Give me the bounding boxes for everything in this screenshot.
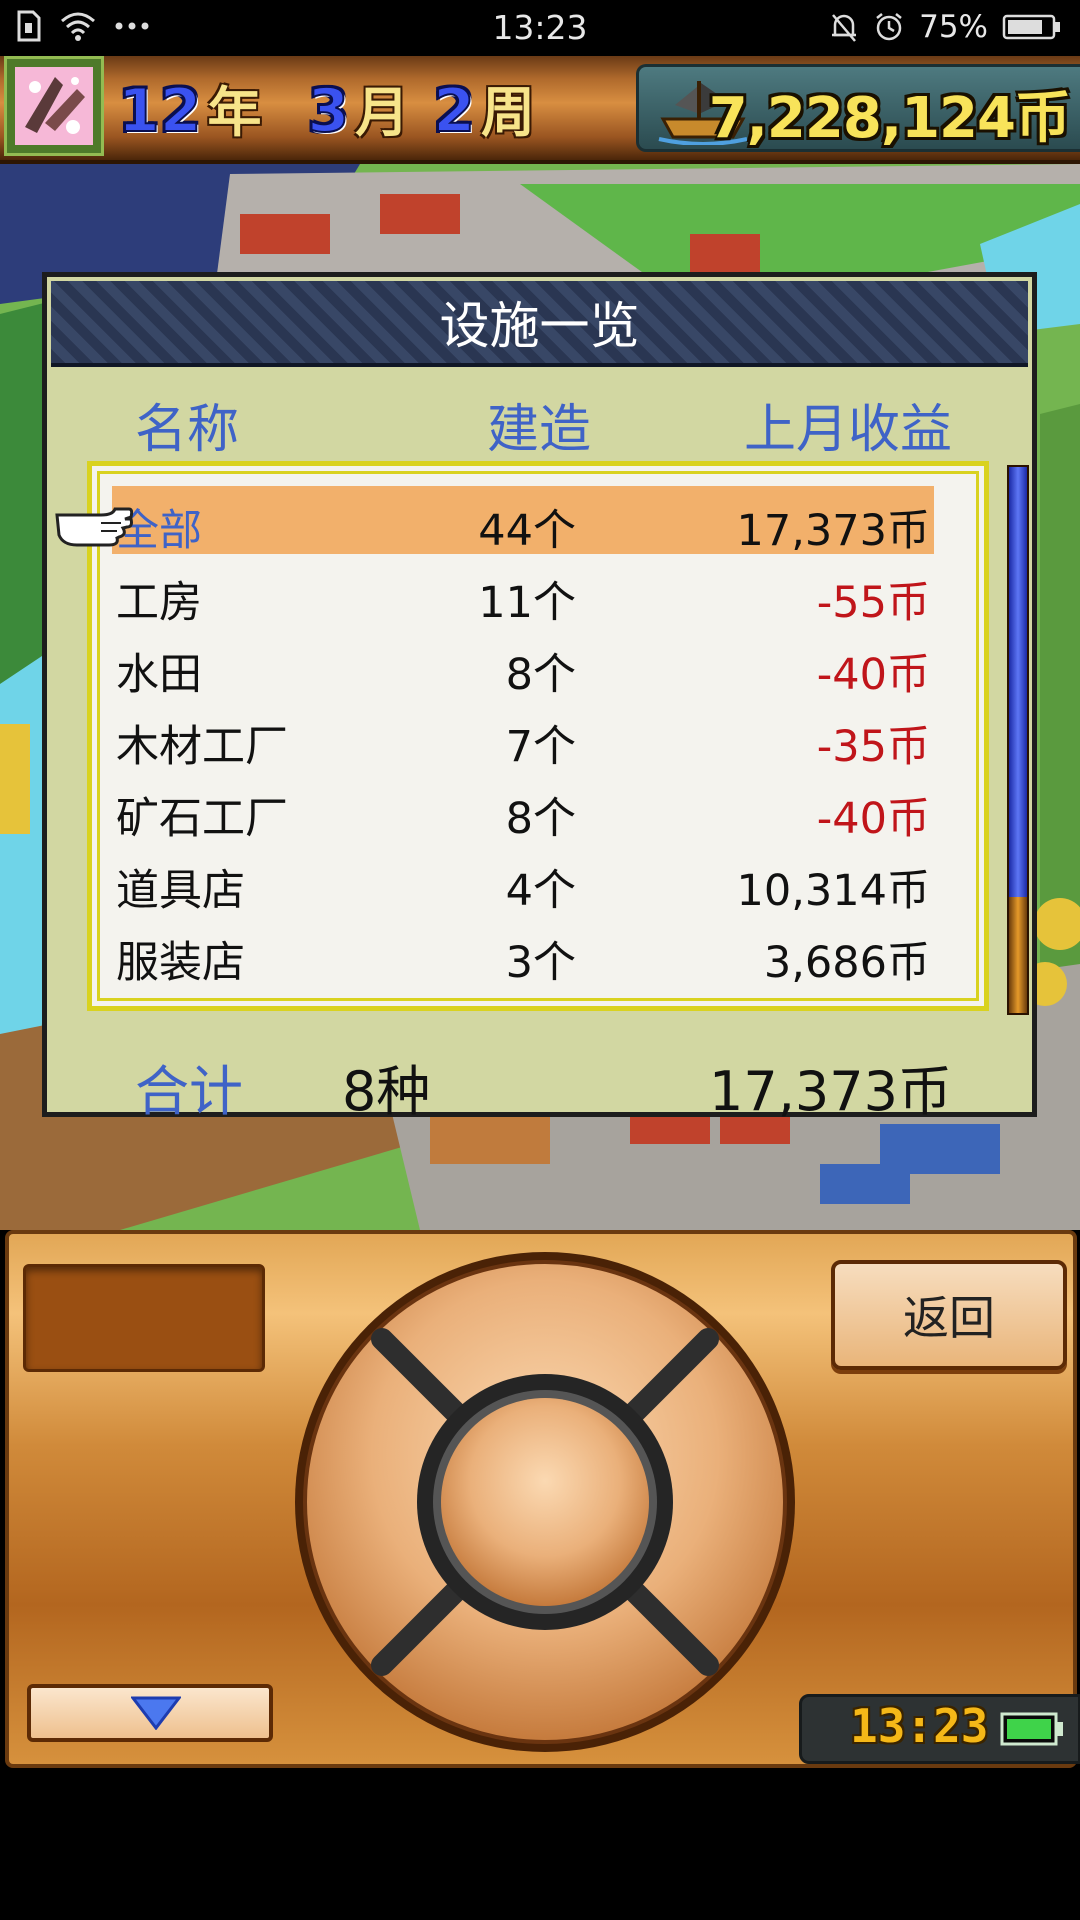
column-header-built: 建造 [487, 400, 592, 460]
game-date: 12 年 3 月 2 周 [117, 68, 545, 147]
week-number: 2 [432, 75, 476, 147]
game-header: 12 年 3 月 2 周 7,228,124币 [0, 56, 1080, 164]
scroll-down-button[interactable] [27, 1684, 273, 1742]
pointer-hand-icon [55, 507, 133, 547]
column-header-name: 名称 [135, 400, 240, 460]
battery-percent: 75% [919, 9, 988, 45]
facility-list[interactable]: 全部 44个 17,373币 工房 11个 -55币 水田 8个 -40币 木材… [87, 461, 989, 1011]
portrait-icon [25, 77, 85, 134]
facility-list-dialog: 设施一览 名称 建造 上月收益 全部 44个 17,373币 工房 11个 -5… [42, 272, 1037, 1123]
alarm-icon [873, 11, 905, 43]
list-item[interactable]: 工房 11个 -55币 [112, 558, 934, 628]
scrollbar-thumb[interactable] [1009, 467, 1027, 897]
month-number: 3 [307, 75, 351, 147]
dpad-center-button[interactable] [441, 1398, 649, 1606]
dpad-control[interactable] [292, 1249, 798, 1755]
dialog-title: 设施一览 [51, 281, 1028, 367]
row-name: 道具店 [116, 866, 245, 916]
month-unit: 月 [355, 81, 410, 144]
status-bar: 13:23 75% [0, 0, 1080, 56]
row-count: 44个 [478, 506, 576, 556]
row-count: 4个 [505, 866, 576, 916]
row-income: 17,373币 [736, 506, 930, 556]
row-name: 服装店 [116, 938, 245, 988]
control-panel: 返回 13:23 [5, 1230, 1080, 1768]
total-kinds: 8种 [342, 1060, 431, 1123]
row-count: 11个 [478, 578, 576, 628]
list-item[interactable]: 矿石工厂 8个 -40币 [112, 774, 934, 844]
list-item[interactable]: 道具店 4个 10,314币 [112, 846, 934, 916]
year-unit: 年 [207, 81, 262, 144]
empty-button-slot [23, 1264, 265, 1372]
mayor-portrait[interactable] [4, 56, 104, 156]
row-name: 工房 [116, 578, 202, 628]
battery-icon [1002, 13, 1062, 41]
row-income: 10,314币 [736, 866, 930, 916]
row-count: 8个 [505, 794, 576, 844]
list-scrollbar[interactable] [1007, 465, 1029, 1015]
row-name: 木材工厂 [116, 722, 288, 772]
list-item[interactable]: 服装店 3个 3,686币 [112, 918, 934, 988]
row-income: 3,686币 [763, 938, 930, 988]
battery-icon [1000, 1712, 1063, 1746]
row-income: -55币 [816, 578, 930, 628]
mute-bell-icon [829, 11, 859, 43]
list-item[interactable]: 水田 8个 -40币 [112, 630, 934, 700]
down-arrow-icon [131, 1696, 181, 1730]
row-name: 矿石工厂 [116, 794, 288, 844]
row-name: 水田 [116, 650, 202, 700]
row-income: -35币 [816, 722, 930, 772]
row-count: 7个 [505, 722, 576, 772]
column-header-income: 上月收益 [743, 400, 952, 460]
list-item[interactable]: 木材工厂 7个 -35币 [112, 702, 934, 772]
clock-time: 13:23 [850, 1699, 989, 1753]
row-count: 8个 [505, 650, 576, 700]
money-display: 7,228,124币 [636, 64, 1080, 152]
total-label: 合计 [135, 1060, 243, 1123]
week-unit: 周 [481, 81, 535, 144]
game-clock: 13:23 [799, 1694, 1080, 1764]
total-income: 17,373币 [709, 1060, 952, 1123]
year-number: 12 [117, 75, 202, 147]
row-income: -40币 [816, 794, 930, 844]
list-item-all[interactable]: 全部 44个 17,373币 [112, 486, 934, 556]
money-amount: 7,228,124币 [708, 86, 1071, 151]
row-count: 3个 [505, 938, 576, 988]
row-income: -40币 [816, 650, 930, 700]
back-button[interactable]: 返回 [831, 1260, 1067, 1370]
